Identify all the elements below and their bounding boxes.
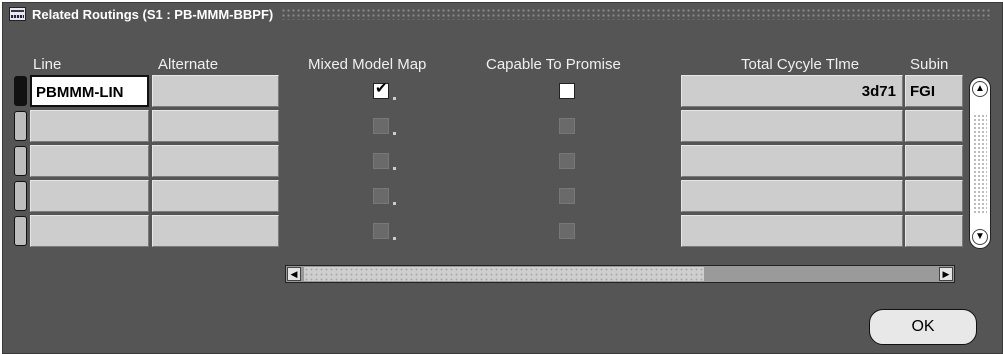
capable-to-promise-checkbox[interactable] (559, 83, 575, 99)
scroll-left-icon[interactable]: ◀ (287, 267, 301, 281)
check-icon: ✔ (375, 80, 388, 97)
horizontal-scroll-thumb[interactable] (304, 267, 704, 281)
focus-dot (393, 237, 396, 240)
related-routings-window: Related Routings (S1 : PB-MMM-BBPF) Line… (2, 2, 1003, 354)
mixed-model-map-checkbox[interactable] (373, 223, 389, 239)
line-field[interactable] (30, 145, 149, 177)
line-field[interactable] (30, 110, 149, 142)
row-selector[interactable] (14, 111, 27, 141)
row-selector[interactable] (14, 146, 27, 176)
mixed-model-map-checkbox[interactable]: ✔ (373, 80, 389, 99)
subinventory-field[interactable] (905, 145, 963, 177)
line-field[interactable] (30, 180, 149, 212)
window-title: Related Routings (S1 : PB-MMM-BBPF) (32, 6, 274, 22)
alternate-field[interactable] (152, 110, 279, 142)
total-cycle-time-field[interactable]: 3d71 (681, 75, 903, 107)
row-selector[interactable] (14, 216, 27, 246)
subinventory-field[interactable] (905, 215, 963, 247)
column-header-line: Line (33, 56, 62, 73)
column-header-total-cycle-time: Total Cycyle Tlme (741, 56, 860, 73)
column-header-subinventory: Subin (910, 56, 949, 73)
total-cycle-time-value: 3d71 (861, 83, 896, 100)
line-field[interactable]: PBMMM-LIN (30, 75, 149, 107)
mixed-model-map-checkbox[interactable] (373, 188, 389, 204)
total-cycle-time-field[interactable] (681, 110, 903, 142)
window-icon (9, 7, 26, 21)
title-bar-grip (281, 8, 992, 20)
subinventory-field[interactable] (905, 180, 963, 212)
subinventory-value: FGI (910, 83, 935, 100)
mixed-model-map-checkbox[interactable] (373, 153, 389, 169)
focus-dot (393, 97, 396, 100)
column-header-mixed-model-map: Mixed Model Map (308, 56, 427, 73)
column-header-alternate: Alternate (158, 56, 219, 73)
capable-to-promise-checkbox[interactable] (559, 153, 575, 169)
scroll-right-icon[interactable]: ▶ (939, 267, 953, 281)
line-value: PBMMM-LIN (36, 84, 124, 101)
mixed-model-map-checkbox[interactable] (373, 118, 389, 134)
scroll-up-icon[interactable]: ▲ (972, 81, 988, 97)
scroll-down-icon[interactable]: ▼ (972, 229, 988, 245)
alternate-field[interactable] (152, 180, 279, 212)
horizontal-scrollbar[interactable]: ◀ ▶ (285, 265, 955, 283)
total-cycle-time-field[interactable] (681, 180, 903, 212)
line-field[interactable] (30, 215, 149, 247)
capable-to-promise-checkbox[interactable] (559, 118, 575, 134)
title-bar[interactable]: Related Routings (S1 : PB-MMM-BBPF) (3, 3, 1002, 25)
subinventory-field[interactable]: FGI (905, 75, 963, 107)
column-header-capable-to-promise: Capable To Promise (486, 56, 621, 73)
alternate-field[interactable] (152, 75, 279, 107)
capable-to-promise-checkbox[interactable] (559, 188, 575, 204)
alternate-field[interactable] (152, 215, 279, 247)
total-cycle-time-field[interactable] (681, 145, 903, 177)
focus-dot (393, 202, 396, 205)
ok-button[interactable]: OK (869, 309, 977, 345)
row-selector[interactable] (14, 76, 27, 106)
subinventory-field[interactable] (905, 110, 963, 142)
vertical-scrollbar[interactable]: ▲ ▼ (969, 77, 991, 249)
focus-dot (393, 167, 396, 170)
total-cycle-time-field[interactable] (681, 215, 903, 247)
alternate-field[interactable] (152, 145, 279, 177)
capable-to-promise-checkbox[interactable] (559, 223, 575, 239)
focus-dot (393, 132, 396, 135)
row-selector[interactable] (14, 181, 27, 211)
vertical-scroll-thumb[interactable] (973, 114, 987, 214)
